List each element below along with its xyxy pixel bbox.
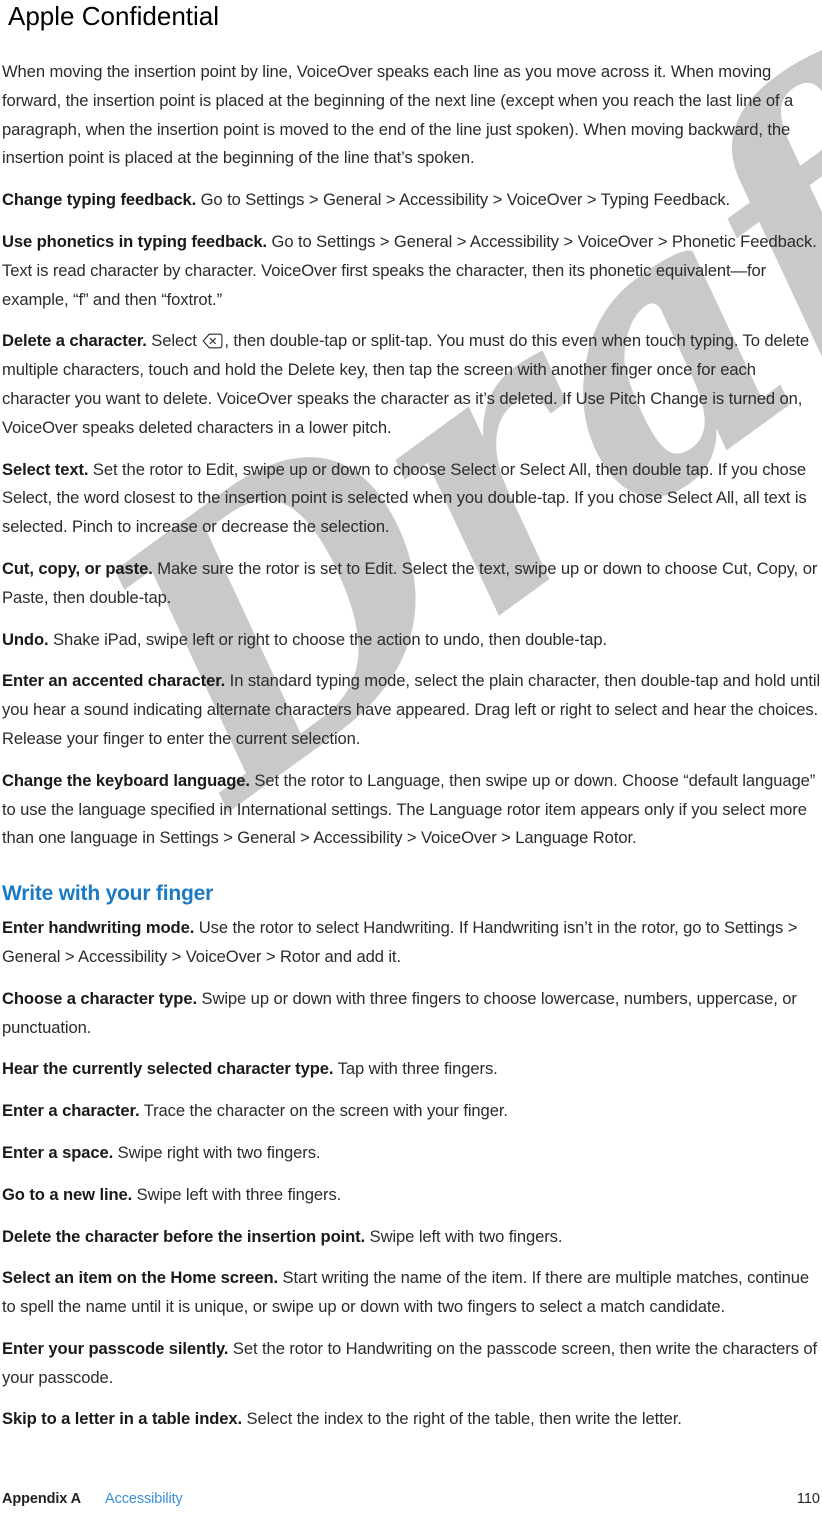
task-text: Trace the character on the screen with y…	[139, 1101, 508, 1121]
task-text: Shake iPad, swipe left or right to choos…	[48, 629, 608, 649]
task-lead: Enter your passcode silently.	[2, 1338, 229, 1358]
task-entry: Hear the currently selected character ty…	[2, 1055, 822, 1084]
task-lead: Enter handwriting mode.	[2, 918, 195, 938]
task-entry: Undo. Shake iPad, swipe left or right to…	[2, 626, 822, 655]
task-entry: Cut, copy, or paste. Make sure the rotor…	[2, 555, 822, 613]
section-heading: Write with your finger	[2, 882, 214, 906]
task-lead: Enter a space.	[2, 1142, 114, 1162]
task-entry: Select an item on the Home screen. Start…	[2, 1264, 822, 1322]
task-lead: Skip to a letter in a table index.	[2, 1409, 243, 1429]
task-entry: Change typing feedback. Go to Settings >…	[2, 186, 822, 215]
page-content: When moving the insertion point by line,…	[2, 58, 822, 1434]
task-text-before-icon: Select	[146, 331, 202, 351]
task-lead: Enter an accented character.	[2, 671, 226, 691]
task-lead: Undo.	[2, 629, 49, 649]
delete-key-icon	[202, 333, 223, 349]
footer-page-number: 110	[796, 1491, 820, 1507]
task-entry: Choose a character type. Swipe up or dow…	[2, 985, 822, 1043]
task-text: Set the rotor to Edit, swipe up or down …	[2, 459, 807, 537]
task-entry: Select text. Set the rotor to Edit, swip…	[2, 456, 822, 542]
confidential-banner: Apple Confidential	[8, 1, 220, 31]
task-lead: Delete a character.	[2, 331, 147, 351]
task-lead: Use phonetics in typing feedback.	[2, 231, 268, 251]
task-entry: Change the keyboard language. Set the ro…	[2, 767, 822, 853]
task-lead: Change typing feedback.	[2, 190, 197, 210]
task-entry: Delete the character before the insertio…	[2, 1223, 822, 1252]
task-entry: Enter handwriting mode. Use the rotor to…	[2, 914, 822, 972]
task-entry: Enter your passcode silently. Set the ro…	[2, 1335, 822, 1393]
task-text: Select the index to the right of the tab…	[242, 1409, 682, 1429]
task-lead: Choose a character type.	[2, 988, 197, 1008]
task-entry: Skip to a letter in a table index. Selec…	[2, 1405, 822, 1434]
task-text: Tap with three fingers.	[333, 1059, 498, 1079]
task-entry: Go to a new line. Swipe left with three …	[2, 1181, 822, 1210]
task-lead: Change the keyboard language.	[2, 770, 250, 790]
footer-chapter-link[interactable]: Accessibility	[105, 1489, 183, 1509]
task-text: Go to Settings > General > Accessibility…	[196, 190, 731, 210]
task-lead: Select text.	[2, 459, 89, 479]
document-page: Apple Confidential When moving the inser…	[0, 0, 822, 1519]
task-lead: Delete the character before the insertio…	[2, 1226, 366, 1246]
task-lead: Hear the currently selected character ty…	[2, 1059, 334, 1079]
task-entry: Enter a space. Swipe right with two fing…	[2, 1139, 822, 1168]
task-text: Swipe left with three fingers.	[132, 1184, 342, 1204]
task-lead: Go to a new line.	[2, 1184, 133, 1204]
task-lead: Cut, copy, or paste.	[2, 558, 153, 578]
task-entry: Delete a character. Select , then double…	[2, 327, 822, 442]
task-entry: Enter a character. Trace the character o…	[2, 1097, 822, 1126]
task-entry: Enter an accented character. In standard…	[2, 667, 822, 753]
task-entry: Use phonetics in typing feedback. Go to …	[2, 228, 822, 314]
task-text: Swipe left with two fingers.	[365, 1226, 563, 1246]
task-text: Swipe right with two fingers.	[113, 1142, 321, 1162]
task-lead: Enter a character.	[2, 1101, 140, 1121]
task-lead: Select an item on the Home screen.	[2, 1268, 279, 1288]
footer-appendix-label: Appendix A	[2, 1491, 82, 1507]
page-footer: Appendix A Accessibility 110	[0, 1489, 822, 1515]
intro-paragraph: When moving the insertion point by line,…	[2, 62, 794, 168]
